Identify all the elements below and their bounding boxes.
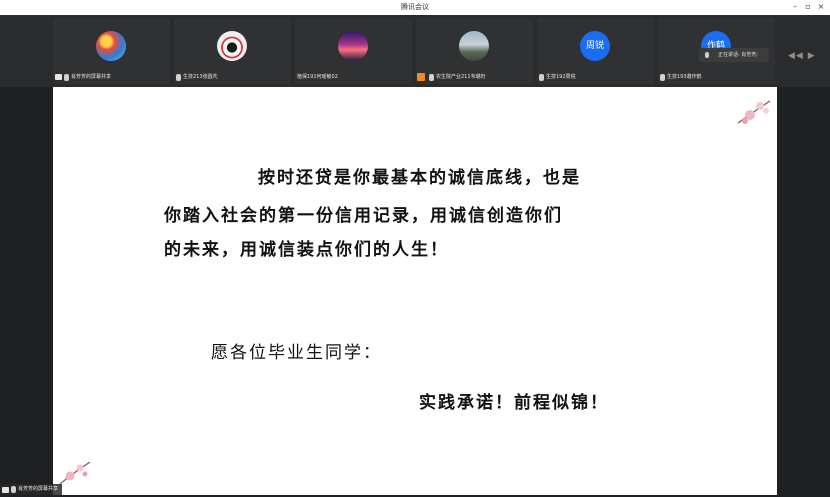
screen-share-label-bar: 肖芳芳的屏幕共享 (0, 484, 63, 495)
slide-text-line: 你踏入社会的第一份信用记录，用诚信创造你们 (164, 206, 563, 226)
avatar (338, 31, 368, 61)
close-button[interactable]: × (815, 1, 827, 13)
slide-text-line: 按时还贷是你最基本的诚信底线，也是 (258, 168, 581, 188)
participant-nameplate: 肖芳芳的屏幕共享 (53, 72, 111, 82)
microphone-icon (539, 73, 544, 81)
title-bar: 腾讯会议 – ▫ × (0, 0, 830, 16)
slide-text-line: 的未来，用诚信装点你们的人生！ (164, 240, 449, 260)
microphone-icon (429, 73, 434, 81)
participant-tile[interactable]: 肖芳芳的屏幕共享 (53, 18, 170, 84)
speaking-text: 正在讲话: 肖芳芳; (718, 52, 758, 58)
slide-text-line: 愿各位毕业生同学： (211, 343, 382, 363)
participant-nameplate: 生技193邀作鹤 (658, 72, 702, 82)
avatar (217, 31, 247, 61)
participant-nameplate: 植保191何瑶敏02 (295, 72, 338, 82)
screen-share-icon (55, 74, 62, 80)
participant-name: 农生院产业211韦璐珩 (436, 74, 486, 80)
participant-nameplate: 农生院产业211韦璐珩 (416, 72, 486, 82)
participant-name: 生技192周锐 (546, 74, 576, 80)
host-badge-icon (417, 73, 425, 81)
microphone-icon (176, 73, 181, 81)
blossom-decoration-icon (59, 461, 91, 485)
participant-tile[interactable]: 农生院产业211韦璐珩 (416, 18, 533, 84)
participant-tile[interactable]: 生技213张圆芃 (174, 18, 291, 84)
blossom-decoration-icon (737, 100, 771, 124)
participant-name: 植保191何瑶敏02 (297, 74, 338, 80)
participant-strip: 肖芳芳的屏幕共享 生技213张圆芃 植保191何瑶敏02 农生院产业211韦璐珩… (0, 15, 830, 87)
participant-name: 生技213张圆芃 (183, 74, 218, 80)
speaking-indicator: 正在讲话: 肖芳芳; (699, 48, 769, 62)
microphone-icon (64, 73, 69, 81)
microphone-icon (660, 73, 665, 81)
screen-share-label: 肖芳芳的屏幕共享 (18, 486, 59, 492)
screen-share-icon (2, 486, 9, 493)
avatar: 周锐 (580, 31, 610, 61)
minimize-button[interactable]: – (789, 1, 801, 13)
strip-nav-arrows[interactable]: ◀◀ ▶ (788, 51, 816, 61)
microphone-icon (705, 52, 709, 58)
shared-screen: 按时还贷是你最基本的诚信底线，也是 你踏入社会的第一份信用记录，用诚信创造你们 … (53, 87, 777, 495)
participant-name: 生技193邀作鹤 (667, 74, 702, 80)
participant-nameplate: 生技192周锐 (537, 72, 576, 82)
avatar (96, 31, 126, 61)
microphone-icon (11, 486, 16, 493)
maximize-button[interactable]: ▫ (802, 1, 814, 13)
participant-nameplate: 生技213张圆芃 (174, 72, 218, 82)
participant-tile[interactable]: 植保191何瑶敏02 (295, 18, 412, 84)
slide-text-line: 实践承诺！前程似锦！ (419, 393, 609, 413)
window-title: 腾讯会议 (401, 3, 429, 11)
participant-name: 肖芳芳的屏幕共享 (71, 74, 112, 80)
participant-tile[interactable]: 周锐 生技192周锐 (537, 18, 654, 84)
avatar (459, 31, 489, 61)
